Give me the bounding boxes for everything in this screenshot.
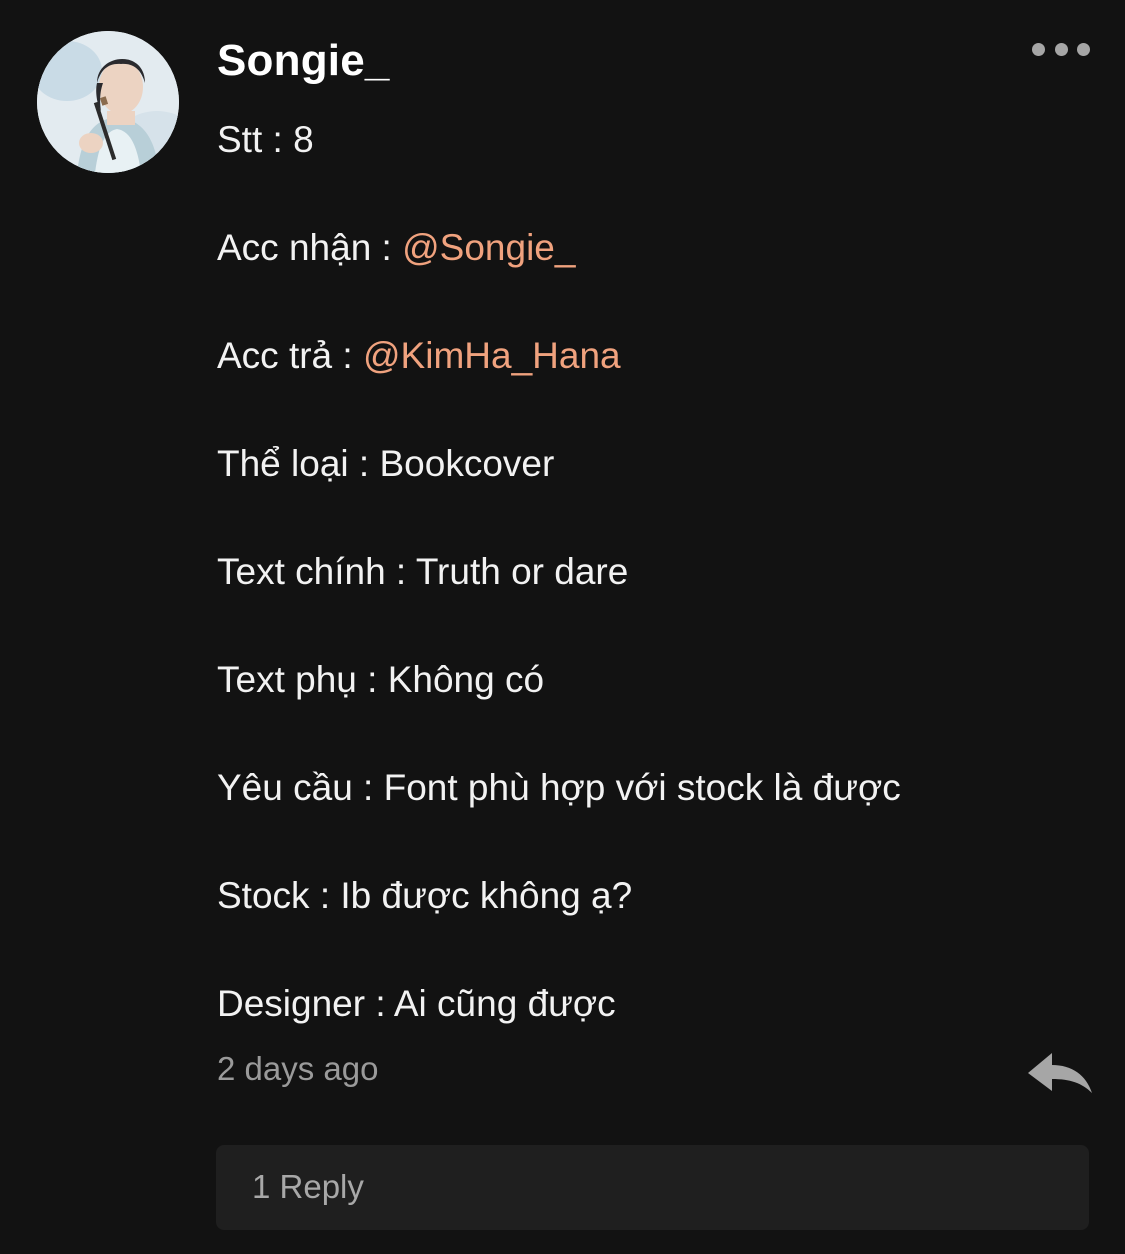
line-label: Acc trả :: [217, 335, 363, 376]
reply-button[interactable]: [1026, 1049, 1096, 1099]
avatar-photo: [37, 31, 179, 173]
comment-line-stock: Stock : Ib được không ạ?: [217, 868, 1097, 924]
line-label: Text chính :: [217, 551, 416, 592]
comment-line-yeu-cau: Yêu cầu : Font phù hợp với stock là được: [217, 760, 1097, 816]
comment-line-the-loai: Thể loại : Bookcover: [217, 436, 1097, 492]
line-value: Ib được không ạ?: [340, 875, 633, 916]
more-options-button[interactable]: [1026, 32, 1096, 66]
line-value: Bookcover: [379, 443, 555, 484]
more-options-dot: [1077, 42, 1090, 56]
line-label: Stock :: [217, 875, 341, 916]
line-label: Designer :: [217, 983, 394, 1024]
line-value: Truth or dare: [415, 551, 629, 592]
view-replies-button[interactable]: 1 Reply: [216, 1145, 1089, 1230]
more-options-icon: [1032, 42, 1045, 56]
comment-line-acc-tra: Acc trả : @KimHa_Hana: [217, 328, 1097, 384]
avatar[interactable]: [37, 31, 179, 173]
mention-link[interactable]: @KimHa_Hana: [363, 335, 621, 376]
mention-link[interactable]: @Songie_: [402, 227, 575, 268]
reply-arrow-icon: [1028, 1053, 1092, 1093]
replies-count-label: 1 Reply: [252, 1168, 364, 1205]
comment-line-stt: Stt : 8: [217, 112, 1097, 168]
line-value: Ai cũng được: [393, 983, 616, 1024]
line-label: Text phụ :: [217, 659, 388, 700]
comment-body: Stt : 8 Acc nhận : @Songie_ Acc trả : @K…: [217, 112, 1097, 1084]
username[interactable]: Songie_: [217, 36, 390, 86]
more-options-dot: [1054, 42, 1068, 56]
line-label: Yêu cầu :: [217, 767, 384, 808]
comment-line-acc-nhan: Acc nhận : @Songie_: [217, 220, 1097, 276]
comment-line-text-chinh: Text chính : Truth or dare: [217, 544, 1097, 600]
line-label: Stt :: [217, 119, 294, 160]
line-value: 8: [293, 119, 314, 160]
line-label: Thể loại :: [217, 443, 380, 484]
comment-line-designer: Designer : Ai cũng được: [217, 976, 1097, 1032]
line-value: Không có: [387, 659, 545, 700]
comment-timestamp: 2 days ago: [217, 1050, 379, 1087]
line-label: Acc nhận :: [217, 227, 403, 268]
line-value: Font phù hợp với stock là được: [383, 767, 901, 808]
comment-line-text-phu: Text phụ : Không có: [217, 652, 1097, 708]
